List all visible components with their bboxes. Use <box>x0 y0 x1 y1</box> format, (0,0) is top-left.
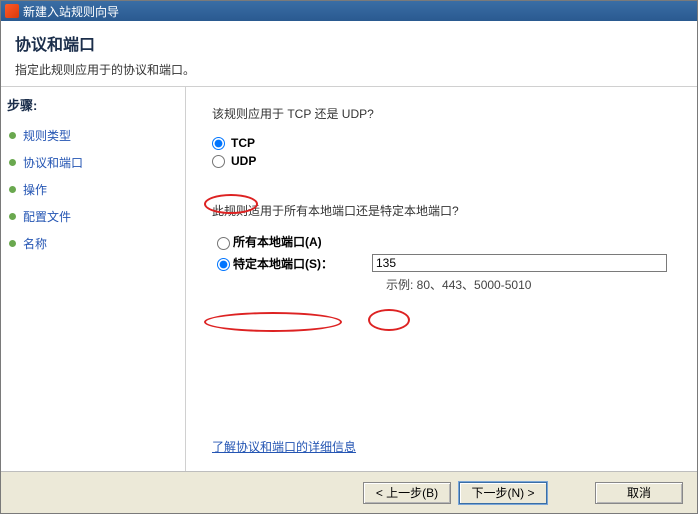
step-action[interactable]: 操作 <box>7 176 175 203</box>
port-question: 此规则适用于所有本地端口还是特定本地端口? <box>212 202 685 219</box>
learn-more-link[interactable]: 了解协议和端口的详细信息 <box>212 438 685 455</box>
radio-specific-ports[interactable] <box>217 258 230 271</box>
page-title: 协议和端口 <box>15 31 683 55</box>
back-button[interactable]: < 上一步(B) <box>363 482 451 504</box>
bullet-icon <box>9 132 16 139</box>
protocol-question: 该规则应用于 TCP 还是 UDP? <box>212 105 685 122</box>
bullet-icon <box>9 186 16 193</box>
udp-label[interactable]: UDP <box>231 154 256 168</box>
all-ports-label[interactable]: 所有本地端口(A) <box>233 233 322 250</box>
steps-heading: 步骤: <box>7 95 175 114</box>
radio-tcp[interactable] <box>212 137 225 150</box>
wizard-body: 步骤: 规则类型 协议和端口 操作 配置文件 名称 <box>1 87 697 471</box>
radio-all-ports-row: 所有本地端口(A) <box>212 233 685 250</box>
bullet-icon <box>9 240 16 247</box>
next-button[interactable]: 下一步(N) > <box>459 482 547 504</box>
cancel-button[interactable]: 取消 <box>595 482 683 504</box>
bullet-icon <box>9 159 16 166</box>
radio-all-ports[interactable] <box>217 237 230 250</box>
specific-ports-input[interactable] <box>372 254 667 272</box>
step-label: 操作 <box>23 181 47 198</box>
step-name[interactable]: 名称 <box>7 230 175 257</box>
firewall-icon <box>5 4 19 18</box>
specific-ports-label[interactable]: 特定本地端口(S)： <box>233 255 333 272</box>
ports-example: 示例: 80、443、5000-5010 <box>386 276 685 293</box>
step-profile[interactable]: 配置文件 <box>7 203 175 230</box>
bullet-icon <box>9 213 16 220</box>
step-rule-type[interactable]: 规则类型 <box>7 122 175 149</box>
radio-specific-ports-row: 特定本地端口(S)： <box>212 254 685 272</box>
radio-udp[interactable] <box>212 155 225 168</box>
wizard-window: 新建入站规则向导 协议和端口 指定此规则应用于的协议和端口。 步骤: 规则类型 … <box>0 0 698 514</box>
step-label: 规则类型 <box>23 127 71 144</box>
radio-udp-row: UDP <box>212 154 685 168</box>
step-label: 名称 <box>23 235 47 252</box>
sidebar: 步骤: 规则类型 协议和端口 操作 配置文件 名称 <box>1 87 186 471</box>
radio-tcp-row: TCP <box>212 136 685 150</box>
titlebar: 新建入站规则向导 <box>1 1 697 21</box>
step-label: 协议和端口 <box>23 154 83 171</box>
footer: < 上一步(B) 下一步(N) > 取消 <box>1 471 697 513</box>
content-panel: 该规则应用于 TCP 还是 UDP? TCP UDP 此规则适用于所有本地端口还… <box>186 87 697 471</box>
tcp-label[interactable]: TCP <box>231 136 255 150</box>
window-title: 新建入站规则向导 <box>23 3 119 20</box>
content-scroll: 该规则应用于 TCP 还是 UDP? TCP UDP 此规则适用于所有本地端口还… <box>212 105 685 438</box>
page-subtitle: 指定此规则应用于的协议和端口。 <box>15 61 683 78</box>
header-panel: 协议和端口 指定此规则应用于的协议和端口。 <box>1 21 697 87</box>
step-label: 配置文件 <box>23 208 71 225</box>
step-protocol-ports[interactable]: 协议和端口 <box>7 149 175 176</box>
